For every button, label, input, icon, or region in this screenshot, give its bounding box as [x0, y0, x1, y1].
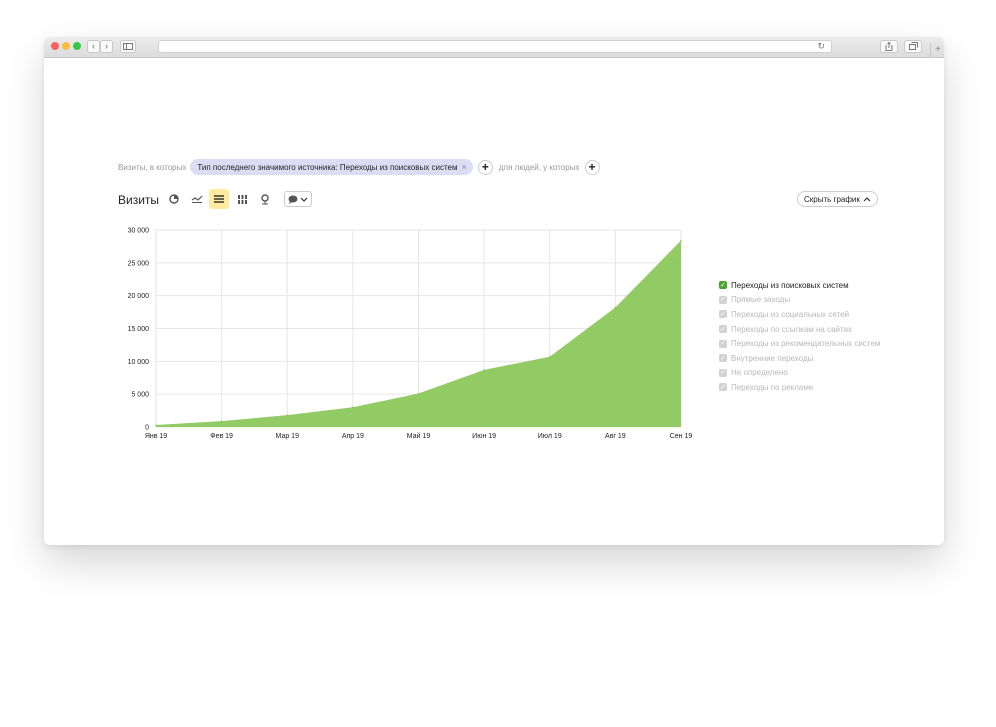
x-tick-label: Апр 19: [342, 433, 364, 440]
legend-item[interactable]: ✓ Переходы по рекламе: [719, 380, 880, 395]
chart-legend: ✓ Переходы из поисковых систем ✓ Прямые зах…: [719, 278, 880, 395]
tabs-icon[interactable]: [904, 40, 922, 53]
y-tick-label: 25 000: [128, 260, 150, 267]
x-tick-label: Мар 19: [276, 433, 300, 440]
x-tick-label: Янв 19: [145, 433, 167, 440]
hide-chart-button[interactable]: Скрыть график: [797, 191, 878, 207]
data-point: [155, 424, 157, 426]
legend-item[interactable]: ✓ Переходы по ссылкам на сайтах: [719, 322, 880, 337]
x-tick-label: Июн 19: [472, 433, 496, 440]
chevron-up-icon: [863, 196, 871, 201]
close-icon[interactable]: ×: [462, 162, 467, 172]
x-tick-label: Май 19: [407, 432, 431, 440]
browser-window: ‹ › ↻ + Визиты, в которых Тип последнего…: [44, 37, 944, 545]
checkbox-icon[interactable]: ✓: [719, 310, 727, 319]
legend-label: Переходы по ссылкам на сайтах: [731, 324, 853, 334]
checkbox-icon[interactable]: ✓: [719, 295, 727, 304]
legend-label: Прямые заходы: [731, 295, 791, 305]
y-tick-label: 10 000: [128, 359, 150, 366]
reload-icon[interactable]: ↻: [817, 41, 825, 52]
y-tick-label: 0: [145, 425, 149, 432]
y-tick-label: 15 000: [128, 326, 150, 333]
bar-chart-icon[interactable]: [232, 189, 252, 209]
new-tab-icon[interactable]: +: [930, 43, 944, 57]
legend-label: Переходы по рекламе: [731, 382, 814, 392]
segment-filter-row: Визиты, в которых Тип последнего значимо…: [118, 158, 600, 176]
y-tick-label: 20 000: [128, 293, 150, 300]
legend-item[interactable]: ✓ Переходы из рекомендательных систем: [719, 336, 880, 351]
data-point: [680, 239, 682, 242]
legend-item[interactable]: ✓ Переходы из социальных сетей: [719, 307, 880, 322]
visits-area-chart: 0 5 000 10 000 15 000 20 000 25 000 30 000 Янв …: [128, 228, 693, 441]
legend-label: Переходы из поисковых систем: [731, 280, 849, 290]
minimize-window-button[interactable]: [62, 42, 70, 50]
y-tick-label: 5 000: [131, 392, 149, 399]
legend-label: Внутренние переходы: [731, 353, 814, 363]
filter-chip-label: Тип последнего значимого источника: Пере…: [197, 162, 458, 172]
data-point: [286, 414, 289, 416]
x-tick-label: Июл 19: [538, 433, 562, 440]
filter-prefix: Визиты, в которых: [118, 162, 187, 172]
data-point: [352, 406, 354, 409]
legend-item[interactable]: ✓ Прямые заходы: [719, 293, 880, 308]
checkbox-icon[interactable]: ✓: [719, 354, 727, 363]
page-title: Визиты: [118, 193, 160, 207]
add-people-condition-button[interactable]: +: [584, 159, 600, 175]
checkbox-icon[interactable]: ✓: [719, 325, 727, 334]
sidebar-icon[interactable]: [120, 40, 136, 53]
hide-chart-label: Скрыть график: [804, 194, 860, 204]
share-icon[interactable]: [880, 40, 898, 53]
x-tick-label: Фев 19: [210, 433, 233, 440]
legend-label: Переходы из социальных сетей: [731, 309, 850, 319]
comments-dropdown[interactable]: [284, 191, 312, 207]
map-pin-icon[interactable]: [255, 189, 275, 209]
comment-icon: [288, 195, 298, 204]
line-chart-icon[interactable]: [187, 189, 207, 209]
data-point: [220, 420, 223, 422]
legend-label: Переходы из рекомендательных систем: [731, 339, 881, 349]
people-condition-label: для людей, у которых: [498, 162, 580, 172]
legend-label: Не определено: [731, 368, 788, 378]
checkbox-icon[interactable]: ✓: [719, 339, 727, 348]
forward-icon[interactable]: ›: [100, 40, 113, 53]
browser-toolbar: ‹ › ↻ +: [44, 37, 944, 58]
back-icon[interactable]: ‹: [87, 40, 100, 53]
data-point: [483, 369, 485, 371]
filter-chip[interactable]: Тип последнего значимого источника: Пере…: [190, 159, 473, 175]
checkbox-icon[interactable]: ✓: [719, 281, 727, 290]
data-point: [548, 355, 551, 358]
data-point: [417, 392, 420, 395]
pie-chart-icon[interactable]: [164, 189, 184, 209]
chevron-down-icon: [300, 197, 308, 202]
close-window-button[interactable]: [51, 42, 59, 50]
legend-item[interactable]: ✓ Внутренние переходы: [719, 351, 880, 366]
x-tick-label: Авг 19: [605, 433, 626, 440]
data-point: [614, 306, 617, 309]
legend-item[interactable]: ✓ Не определено: [719, 366, 880, 381]
checkbox-icon[interactable]: ✓: [719, 368, 727, 377]
zoom-window-button[interactable]: [73, 42, 81, 50]
add-condition-button[interactable]: +: [477, 159, 493, 175]
checkbox-icon[interactable]: ✓: [719, 383, 727, 392]
address-bar[interactable]: ↻: [158, 40, 832, 53]
stacked-area-icon[interactable]: [209, 189, 229, 209]
legend-item[interactable]: ✓ Переходы из поисковых систем: [719, 278, 880, 293]
y-tick-label: 30 000: [128, 228, 150, 235]
x-tick-label: Сен 19: [670, 433, 693, 440]
